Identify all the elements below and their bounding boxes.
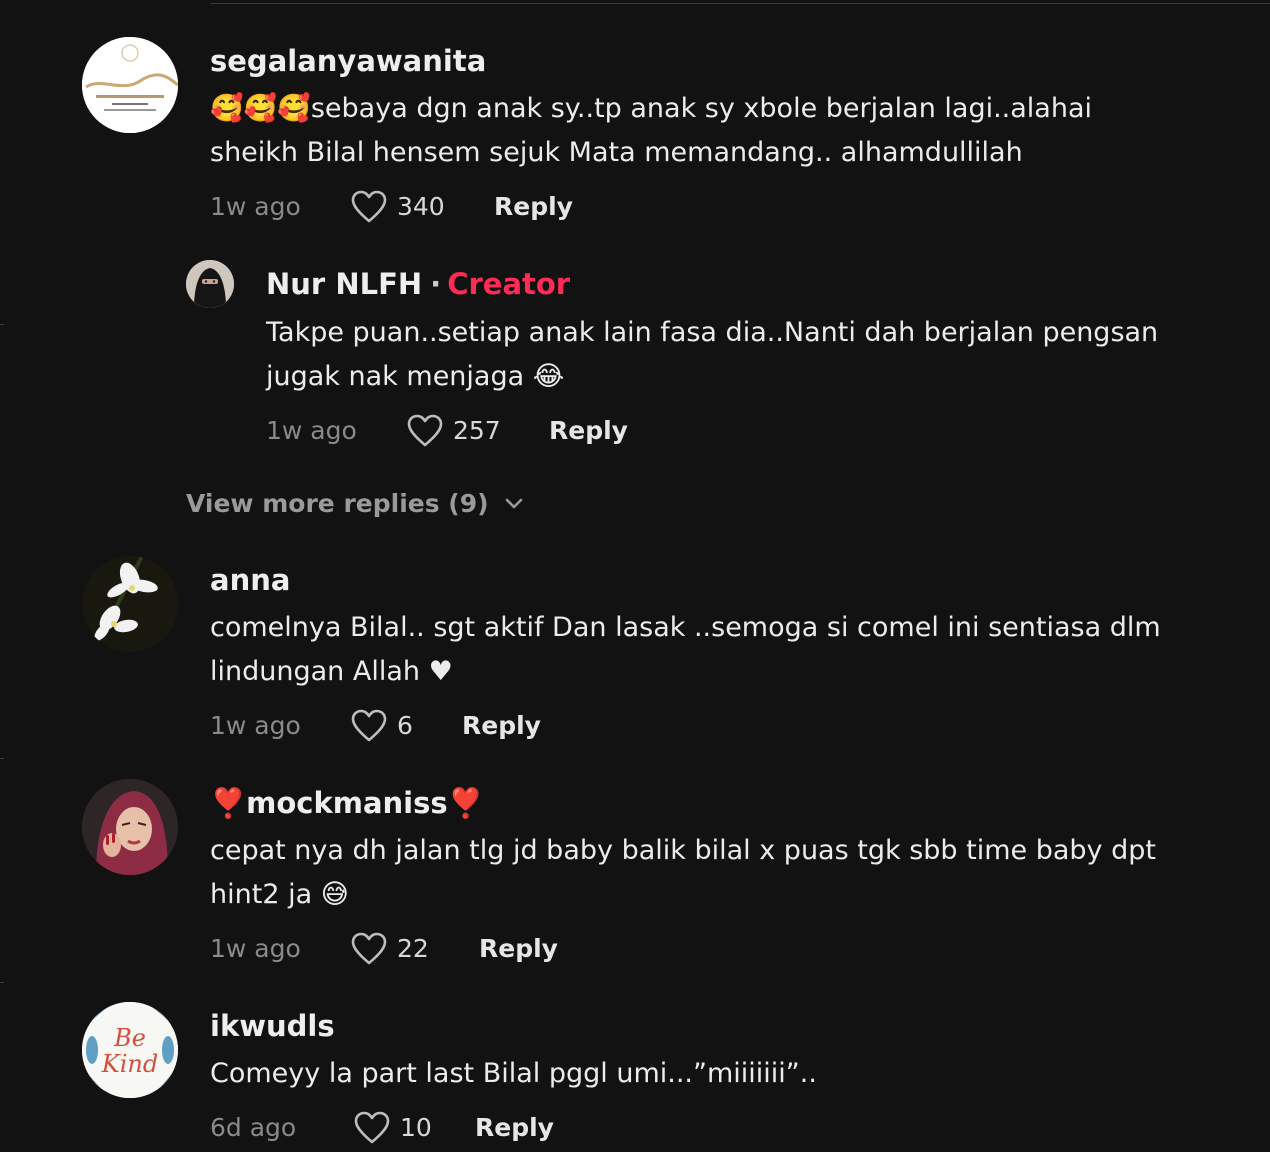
reply-button[interactable]: Reply [475,1108,554,1148]
svg-text:Kind: Kind [101,1050,158,1078]
comment-text: comelnya Bilal.. sgt aktif Dan lasak ..s… [210,612,1161,643]
like-count: 340 [397,192,445,221]
avatar[interactable] [82,779,178,875]
segalanyawanita-logo-avatar [82,37,178,133]
edge-divider [0,982,4,983]
like-count: 257 [453,416,501,445]
top-divider [210,3,1270,4]
reply-button[interactable]: Reply [494,187,573,227]
like-count: 22 [397,934,429,963]
edge-divider [0,758,4,759]
avatar[interactable] [82,556,178,652]
avatar[interactable]: Be Kind [82,1002,178,1098]
like-count: 6 [397,711,413,740]
username[interactable]: segalanyawanita [210,43,486,79]
username[interactable]: ikwudls [210,1008,335,1044]
reply-username[interactable]: Nur NLFH [266,267,422,301]
comment-text: 🥰🥰🥰sebaya dgn anak sy..tp anak sy xbole … [210,93,1093,124]
heart-outline-icon [351,932,387,965]
username[interactable]: ❣️mockmaniss❣️ [210,785,484,821]
username[interactable]: Nur NLFH · Creator [266,266,570,302]
niqab-avatar [186,260,234,308]
comment-text: Takpe puan..setiap anak lain fasa dia..N… [266,317,1159,348]
reply-button[interactable]: Reply [479,929,558,969]
edge-divider [0,324,4,325]
reply-button[interactable]: Reply [462,706,541,746]
heart-outline-icon [407,414,443,447]
avatar[interactable] [186,260,234,308]
timestamp: 1w ago [210,934,301,963]
username[interactable]: anna [210,562,290,598]
heart-outline-icon [354,1111,390,1144]
timestamp: 1w ago [210,192,301,221]
comment-text: cepat nya dh jalan tlg jd baby balik bil… [210,835,1156,866]
heart-outline-icon [351,709,387,742]
creator-badge: Creator [447,267,571,301]
reply-button[interactable]: Reply [549,411,628,451]
white-flowers-avatar [82,556,178,652]
timestamp: 1w ago [210,711,301,740]
separator-dot: · [430,267,442,301]
woman-hijab-avatar [82,779,178,875]
view-more-replies-label: View more replies (9) [186,489,489,518]
chevron-down-icon [505,498,522,509]
timestamp: 1w ago [266,416,357,445]
heart-outline-icon [351,190,387,223]
comment-text: jugak nak menjaga 😂 [266,361,565,392]
timestamp: 6d ago [210,1113,297,1142]
comment-text: lindungan Allah ♥ [210,656,453,687]
comment-text: sheikh Bilal hensem sejuk Mata memandang… [210,137,1023,168]
avatar[interactable] [82,37,178,133]
like-count: 10 [400,1113,432,1142]
svg-text:Be: Be [113,1024,146,1052]
comment-text: Comeyy la part last Bilal pggl umi...”mi… [210,1058,817,1089]
view-more-replies-button[interactable]: View more replies (9) [186,484,525,524]
be-kind-avatar: Be Kind [82,1002,178,1098]
comment-text: hint2 ja 😅 [210,879,349,910]
